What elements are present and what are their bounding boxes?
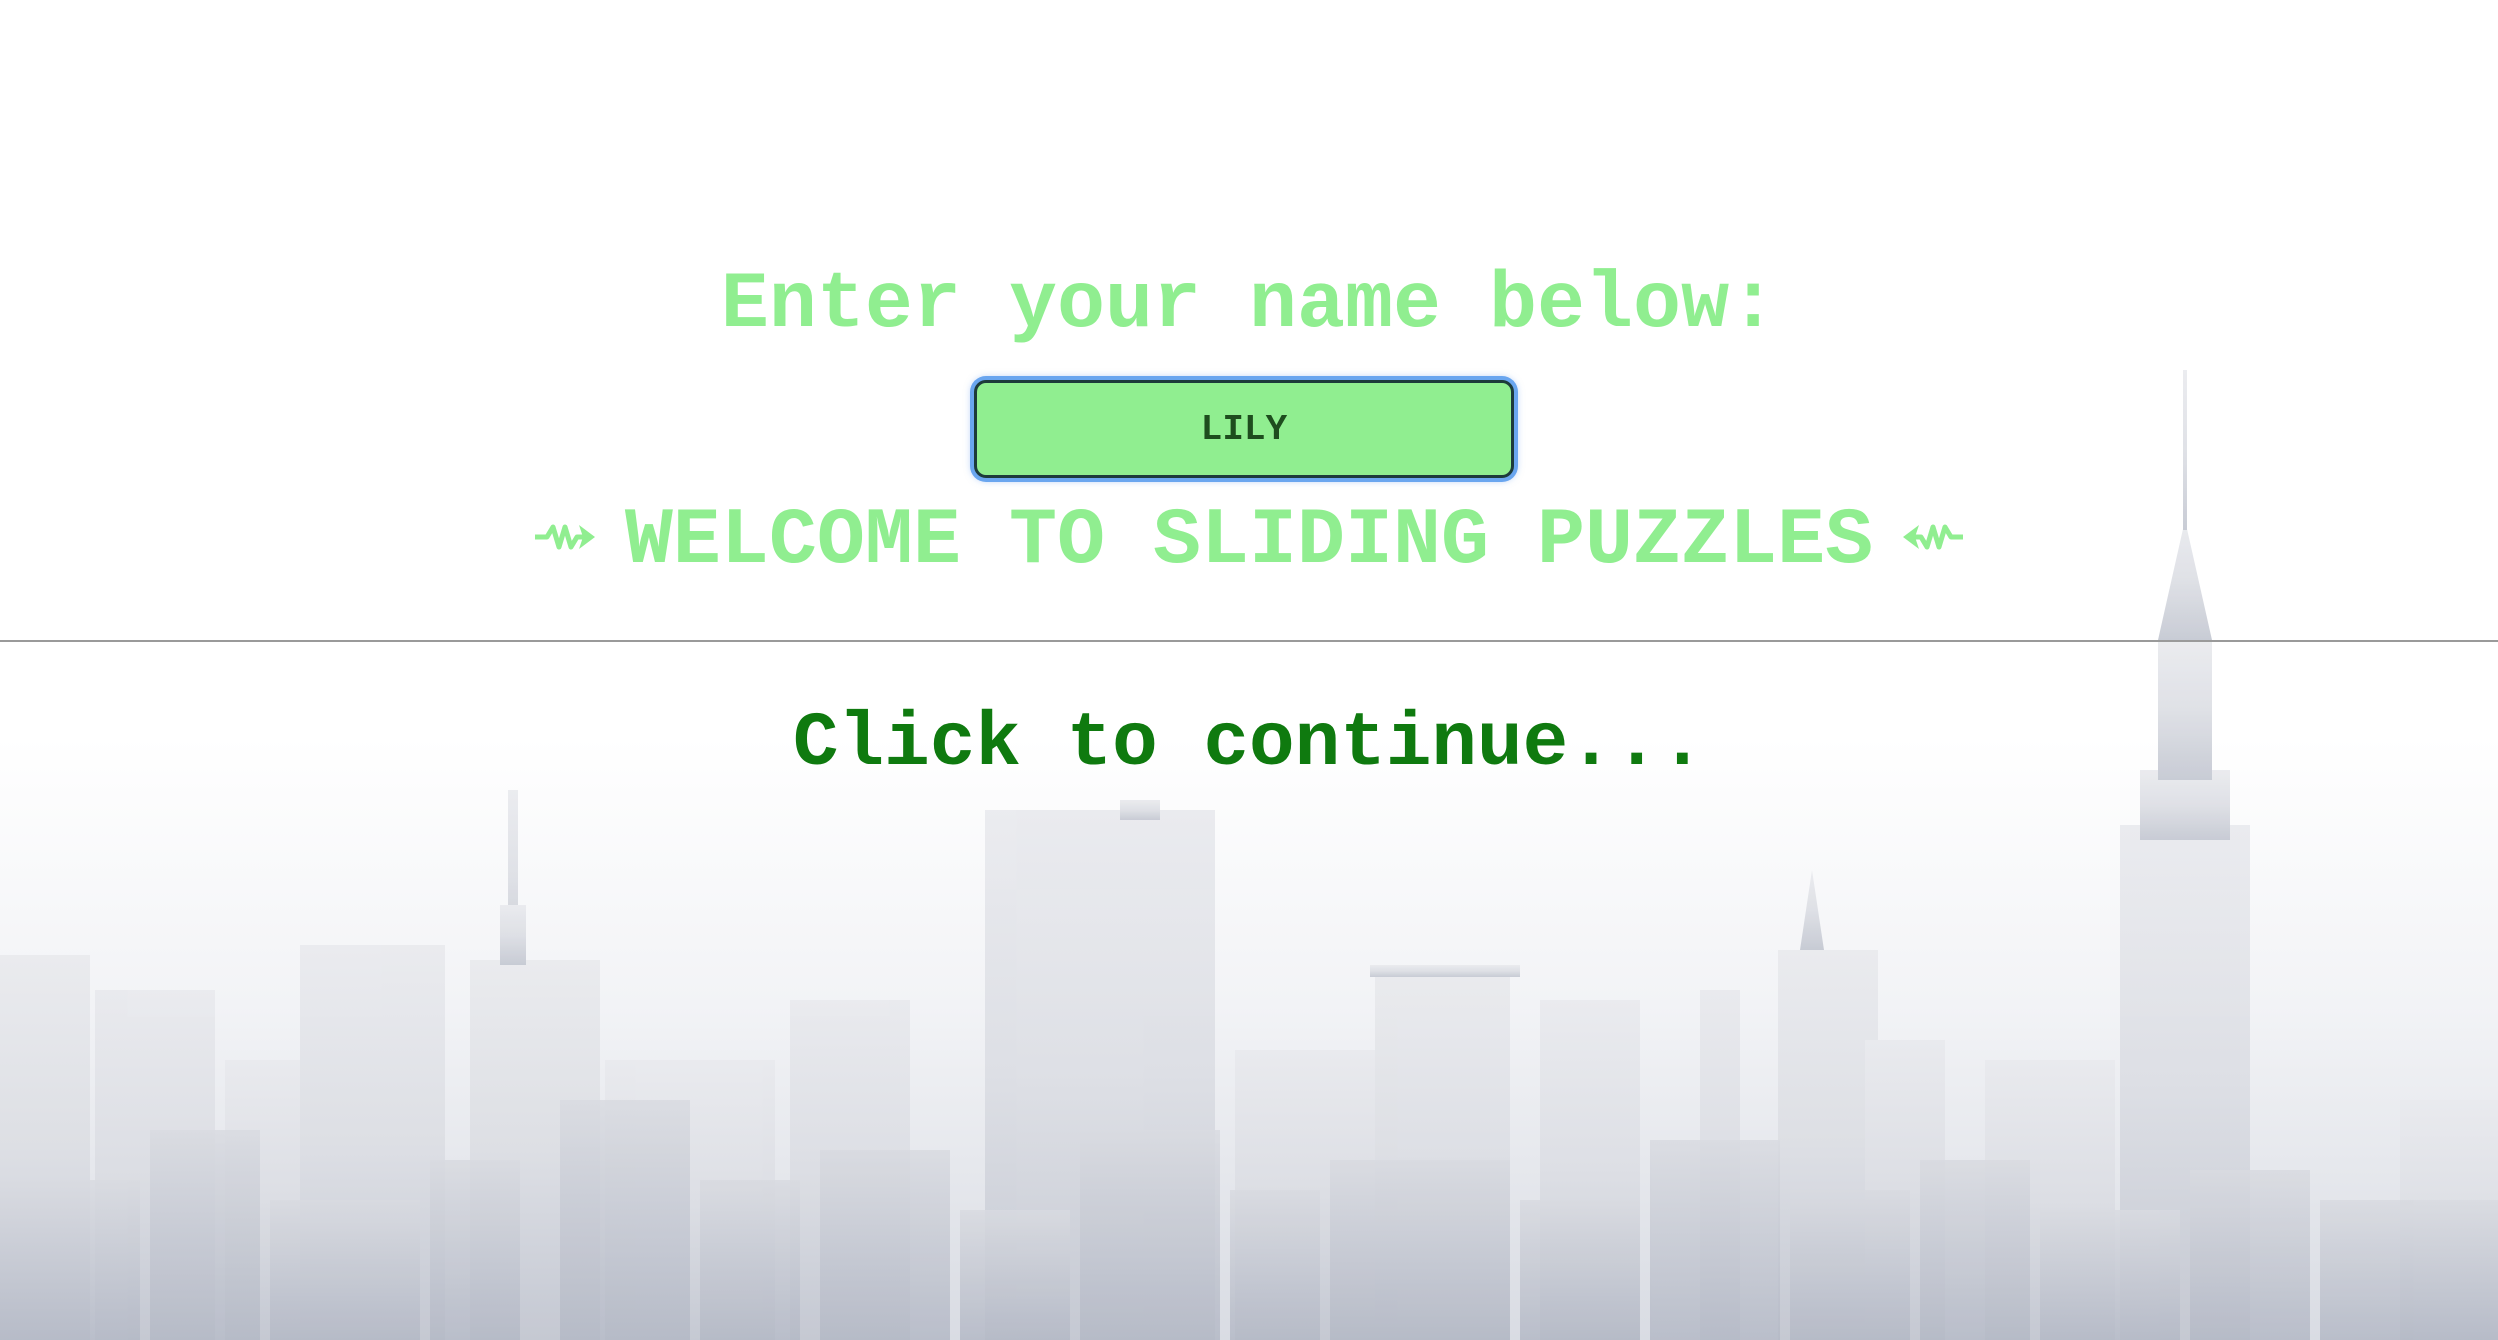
squiggle-arrow-right-icon: [534, 524, 595, 550]
divider-line: [0, 640, 2498, 642]
welcome-title: WELCOME TO SLIDING PUZZLES: [0, 492, 2498, 592]
name-prompt-heading: Enter your name below:: [720, 260, 1778, 351]
welcome-screen: Enter your name below: WELCOME TO SLIDIN…: [0, 0, 2498, 1340]
squiggle-arrow-left-icon: [1903, 524, 1964, 550]
continue-prompt[interactable]: Click to continue...: [0, 696, 2498, 792]
welcome-title-text: WELCOME TO SLIDING PUZZLES: [624, 496, 1874, 587]
name-input[interactable]: [974, 380, 1514, 478]
